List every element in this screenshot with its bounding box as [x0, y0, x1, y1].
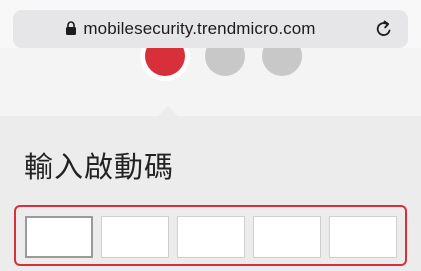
reload-icon[interactable]	[374, 19, 394, 39]
page: mobilesecurity.trendmicro.com 輸入啟動碼	[0, 0, 421, 271]
address-bar[interactable]: mobilesecurity.trendmicro.com	[13, 10, 408, 48]
activation-code-group	[14, 205, 407, 266]
step-indicator	[0, 48, 421, 117]
step-pointer	[158, 106, 178, 116]
main-content: 輸入啟動碼	[0, 116, 421, 271]
code-field-2[interactable]	[101, 216, 169, 258]
lock-icon	[65, 21, 77, 35]
url-text[interactable]: mobilesecurity.trendmicro.com	[83, 19, 315, 39]
code-field-4[interactable]	[253, 216, 321, 258]
code-field-1[interactable]	[25, 216, 93, 258]
code-field-3[interactable]	[177, 216, 245, 258]
page-title: 輸入啟動碼	[24, 152, 175, 184]
step-3-dot	[262, 48, 302, 76]
url-container: mobilesecurity.trendmicro.com	[13, 10, 368, 48]
code-field-5[interactable]	[329, 216, 397, 258]
step-2-dot	[205, 48, 245, 76]
